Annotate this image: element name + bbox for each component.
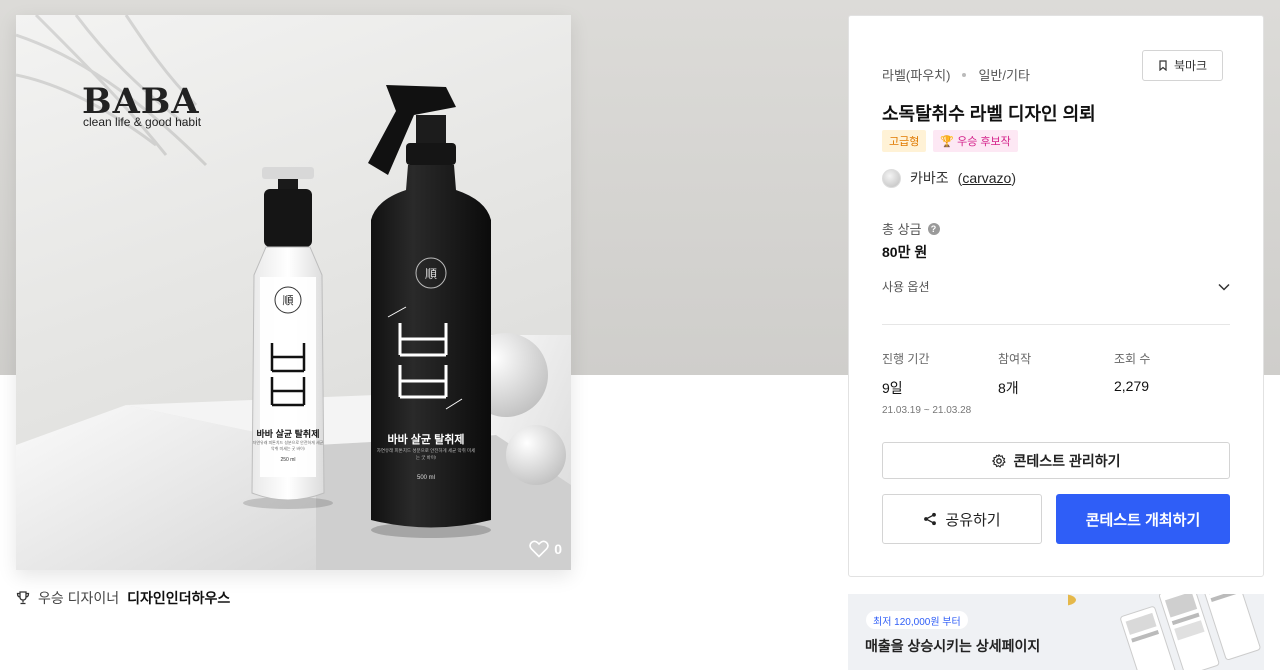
bookmark-icon <box>1159 60 1167 71</box>
trophy-icon: 🏆 <box>940 135 955 148</box>
svg-text:順: 順 <box>283 294 294 307</box>
prize-value: 80만 원 <box>882 244 928 260</box>
contest-info-panel: 라벨(파우치) 일반/기타 북마크 소독탈취수 라벨 디자인 의뢰 고급형 🏆 … <box>848 15 1264 577</box>
views-value: 2,279 <box>1114 378 1150 394</box>
prize-label-row: 총 상금 ? <box>882 219 940 238</box>
gear-icon <box>991 453 1006 468</box>
client-handle-link[interactable]: carvazo <box>962 170 1011 186</box>
ad-price-tag: 최저 120,000원 부터 <box>866 611 968 629</box>
breadcrumb: 라벨(파우치) 일반/기타 <box>882 65 1030 84</box>
period-value: 9일 <box>882 380 903 396</box>
heart-icon <box>529 540 549 558</box>
ad-illustration <box>1068 594 1261 670</box>
trophy-icon <box>16 591 30 605</box>
options-label: 사용 옵션 <box>882 280 930 294</box>
like-button[interactable]: 0 <box>529 540 562 558</box>
ad-title: 매출을 상승시키는 상세페이지 <box>865 638 1041 654</box>
winner-candidate-badge: 🏆 우승 후보작 <box>933 130 1018 152</box>
winning-designer: 우승 디자이너 디자인인더하우스 <box>16 588 230 608</box>
help-icon[interactable]: ? <box>927 222 940 235</box>
grade-badge: 고급형 <box>882 130 927 152</box>
entries-value: 8개 <box>998 380 1019 396</box>
stat-period: 진행 기간 9일 21.03.19 ~ 21.03.28 <box>882 350 971 416</box>
host-contest-label: 콘테스트 개최하기 <box>1085 511 1201 529</box>
divider <box>882 324 1230 325</box>
share-label: 공유하기 <box>945 511 1001 529</box>
small-bottle-volume: 250 ml <box>280 457 296 463</box>
entries-label: 참여작 <box>998 352 1032 366</box>
options-dropdown[interactable]: 사용 옵션 <box>882 278 1230 295</box>
breadcrumb-subcategory[interactable]: 일반/기타 <box>978 65 1029 84</box>
bookmark-button[interactable]: 북마크 <box>1142 50 1223 81</box>
winner-candidate-label: 우승 후보작 <box>957 136 1011 148</box>
winner-name[interactable]: 디자인인더하우스 <box>127 588 230 608</box>
prize-label: 총 상금 <box>882 222 922 237</box>
ad-banner[interactable]: 최저 120,000원 부터 매출을 상승시키는 상세페이지 <box>848 594 1264 670</box>
manage-contest-label: 콘테스트 관리하기 <box>1013 452 1121 469</box>
avatar <box>882 168 901 188</box>
big-bottle-desc: 자연유래 피톤치드 성분으로 안전하게 세균 악취 미세는 굿 바이! <box>376 448 476 460</box>
client-info: 카바조 (carvazo) <box>882 168 1016 188</box>
small-bottle-desc: 자연유래 피톤치드 성분으로 안전하게 세균 악취 미세는 굿 바이! <box>252 440 324 451</box>
share-button[interactable]: 공유하기 <box>882 494 1042 544</box>
manage-contest-button[interactable]: 콘테스트 관리하기 <box>882 442 1230 479</box>
breadcrumb-separator <box>962 72 967 77</box>
badge-group: 고급형 🏆 우승 후보작 <box>882 130 1018 152</box>
stat-entries: 참여작 8개 <box>998 350 1031 398</box>
big-bottle-volume: 500 ml <box>416 475 435 481</box>
brand-tagline: clean life & good habit <box>83 115 202 129</box>
bookmark-label: 북마크 <box>1173 59 1208 73</box>
period-label: 진행 기간 <box>882 352 930 366</box>
small-bottle-label: 바바 살균 탈취제 <box>256 429 320 439</box>
contest-title: 소독탈취수 라벨 디자인 의뢰 <box>882 104 1096 124</box>
like-count: 0 <box>554 541 562 557</box>
winner-label: 우승 디자이너 <box>38 590 120 606</box>
stat-views: 조회 수 2,279 <box>1114 350 1150 394</box>
share-icon <box>924 512 937 526</box>
client-name: 카바조 <box>910 170 949 186</box>
chevron-down-icon <box>1218 283 1230 291</box>
host-contest-button[interactable]: 콘테스트 개최하기 <box>1056 494 1230 544</box>
svg-text:順: 順 <box>425 267 437 281</box>
product-image[interactable]: 順 順 BABA clean life & good habit 바바 살균 탈… <box>16 15 571 570</box>
big-bottle-label: 바바 살균 탈취제 <box>387 434 465 446</box>
views-label: 조회 수 <box>1114 352 1151 366</box>
period-range: 21.03.19 ~ 21.03.28 <box>882 405 972 416</box>
breadcrumb-category[interactable]: 라벨(파우치) <box>882 65 950 84</box>
client-handle-group: (carvazo) <box>957 170 1017 186</box>
